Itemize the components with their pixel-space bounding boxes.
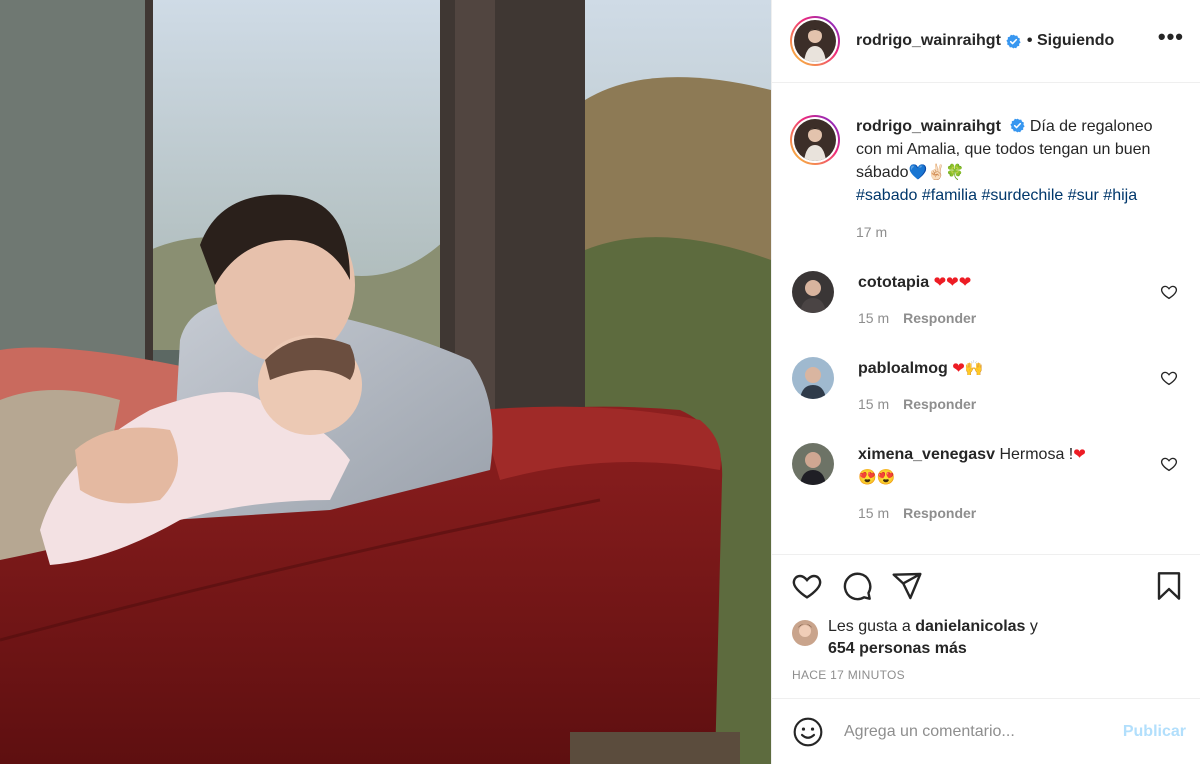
save-button[interactable] [1152, 569, 1186, 603]
hashtag-link[interactable]: #familia [922, 187, 977, 204]
post-action-bar [772, 554, 1200, 616]
likes-prefix: Les gusta a [828, 618, 911, 635]
post-header: rodrigo_wainraihgt • Siguiendo ••• [772, 0, 1200, 83]
caption-emojis: 💙✌🏻🍀 [908, 164, 965, 181]
hashtag-link[interactable]: #sur [1068, 187, 1099, 204]
caption-author-avatar[interactable] [790, 115, 840, 165]
comment-username[interactable]: ximena_venegasv [858, 446, 995, 463]
verified-icon [1010, 118, 1025, 133]
instagram-post-modal: rodrigo_wainraihgt • Siguiendo ••• rodri… [0, 0, 1200, 764]
post-caption: rodrigo_wainraihgt Día de regaloneo con … [790, 115, 1184, 244]
heart-icon [792, 574, 822, 599]
commenter-avatar-image [792, 271, 834, 313]
following-status[interactable]: • Siguiendo [1027, 32, 1114, 50]
reply-button[interactable]: Responder [903, 396, 976, 412]
liker-username[interactable]: danielanicolas [915, 618, 1025, 635]
comment-emojis-line2: 😍😍 [858, 469, 896, 486]
comment-item: cototapia ❤❤❤ 15 m Responder [790, 271, 1184, 330]
author-username[interactable]: rodrigo_wainraihgt [856, 32, 1001, 50]
post-timestamp[interactable]: HACE 17 MINUTOS [772, 668, 1200, 698]
comment-item: pabloalmog ❤🙌 15 m Responder [790, 357, 1184, 416]
author-avatar-image [794, 20, 836, 62]
comment-emojis: ❤ [1073, 446, 1086, 463]
likes-joiner: y [1029, 618, 1038, 635]
liker-avatar[interactable] [792, 620, 818, 646]
comment-time[interactable]: 15 m [858, 396, 889, 412]
post-side-panel: rodrigo_wainraihgt • Siguiendo ••• rodri… [771, 0, 1200, 764]
commenter-avatar[interactable] [792, 271, 834, 313]
likes-summary: Les gusta a danielanicolas y 654 persona… [772, 616, 1200, 662]
hashtag-link[interactable]: #surdechile [981, 187, 1063, 204]
comment-username[interactable]: cototapia [858, 274, 929, 291]
post-photo[interactable] [0, 0, 771, 764]
reply-button[interactable]: Responder [903, 505, 976, 521]
comment-button[interactable] [840, 569, 874, 603]
comment-emojis: ❤❤❤ [933, 274, 972, 291]
heart-icon[interactable] [1160, 369, 1178, 387]
comment-item: ximena_venegasv Hermosa !❤ 😍😍 15 m Respon… [790, 443, 1184, 525]
commenter-avatar[interactable] [792, 443, 834, 485]
caption-time[interactable]: 17 m [856, 221, 1156, 244]
caption-username[interactable]: rodrigo_wainraihgt [856, 118, 1001, 135]
liker-avatar-image [792, 620, 818, 646]
verified-icon [1006, 34, 1021, 48]
share-button[interactable] [890, 569, 924, 603]
commenter-avatar-image [792, 443, 834, 485]
comments-list[interactable]: rodrigo_wainraihgt Día de regaloneo con … [772, 83, 1200, 554]
add-comment-bar: Publicar [772, 698, 1200, 764]
comment-time[interactable]: 15 m [858, 505, 889, 521]
comment-emojis: ❤🙌 [952, 360, 984, 377]
heart-icon[interactable] [1160, 455, 1178, 473]
commenter-avatar-image [792, 357, 834, 399]
comment-username[interactable]: pabloalmog [858, 360, 948, 377]
reply-button[interactable]: Responder [903, 310, 976, 326]
publish-button[interactable]: Publicar [1123, 723, 1186, 741]
post-photo-illustration [0, 0, 771, 764]
commenter-avatar[interactable] [792, 357, 834, 399]
heart-icon[interactable] [1160, 283, 1178, 301]
comment-text: Hermosa ! [999, 446, 1074, 463]
comment-input[interactable] [844, 722, 1123, 741]
author-avatar[interactable] [790, 16, 840, 66]
caption-avatar-image [794, 119, 836, 161]
comment-icon [843, 572, 872, 600]
comment-time[interactable]: 15 m [858, 310, 889, 326]
share-icon [892, 572, 922, 599]
hashtag-link[interactable]: #hija [1103, 187, 1137, 204]
like-button[interactable] [790, 569, 824, 603]
more-options-button[interactable]: ••• [1158, 26, 1184, 56]
hashtag-link[interactable]: #sabado [856, 187, 917, 204]
bookmark-icon [1157, 571, 1181, 600]
likes-count[interactable]: 654 personas más [828, 640, 967, 657]
emoji-icon[interactable] [792, 716, 824, 748]
